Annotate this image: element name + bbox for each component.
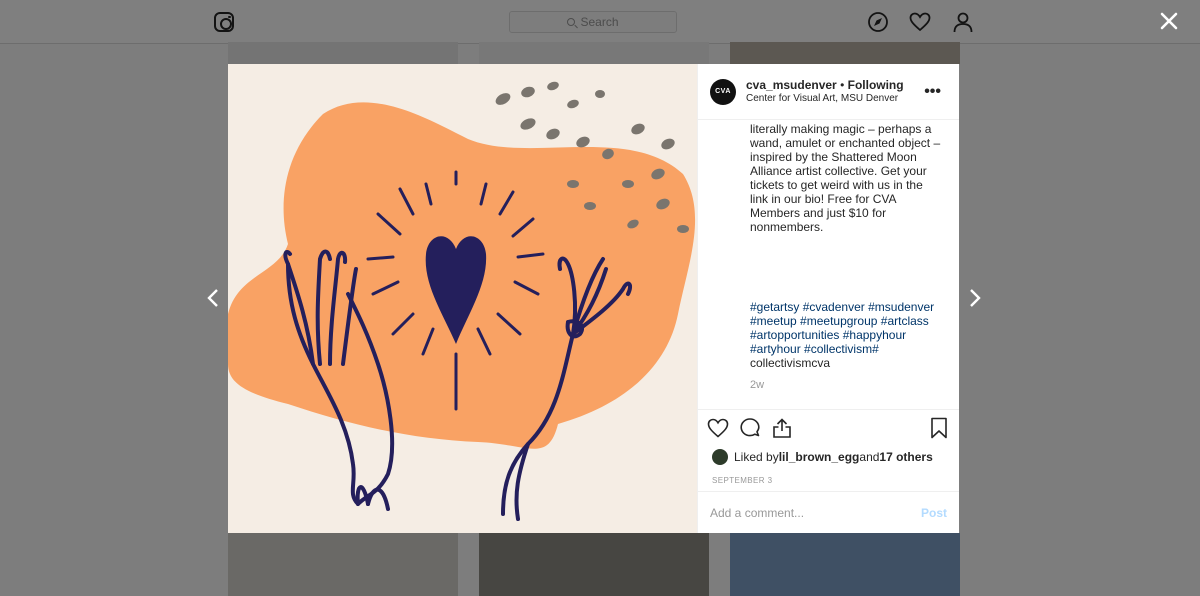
- bookmark-icon[interactable]: [927, 416, 951, 440]
- hashtag-link[interactable]: #artopportunities: [750, 328, 839, 342]
- chevron-left-icon[interactable]: [204, 286, 222, 310]
- hashtag-link[interactable]: #collectivism#: [804, 342, 879, 356]
- hashtag-link[interactable]: #artclass: [881, 314, 929, 328]
- likes-others-link[interactable]: 17 others: [879, 450, 932, 464]
- hashtag-link[interactable]: #getartsy: [750, 300, 799, 314]
- action-bar: [698, 409, 959, 445]
- avatar[interactable]: CVA: [710, 78, 736, 105]
- post-comment-button[interactable]: Post: [921, 506, 947, 520]
- post-header-text: cva_msudenver • Following Center for Vis…: [746, 77, 918, 105]
- more-options-button[interactable]: •••: [918, 83, 947, 101]
- comment-form: Post: [698, 491, 959, 533]
- comment-input[interactable]: [710, 505, 921, 520]
- liker-avatar[interactable]: [712, 449, 728, 465]
- hashtag-link[interactable]: #meetupgroup: [800, 314, 877, 328]
- comments-area[interactable]: literally making magic – perhaps a wand,…: [698, 120, 959, 409]
- following-button[interactable]: Following: [848, 78, 904, 92]
- hashtag-link[interactable]: #artyhour: [750, 342, 801, 356]
- post-sidebar: CVA cva_msudenver • Following Center for…: [697, 64, 959, 533]
- chevron-right-icon[interactable]: [966, 286, 984, 310]
- post-modal: CVA cva_msudenver • Following Center for…: [228, 64, 959, 533]
- location-link[interactable]: Center for Visual Art, MSU Denver: [746, 92, 918, 105]
- post-image[interactable]: [228, 64, 697, 533]
- heart-outline-icon[interactable]: [706, 416, 730, 440]
- hands-heart-illustration: [228, 64, 697, 533]
- post-time-ago[interactable]: 2w: [750, 378, 764, 392]
- liker-username[interactable]: lil_brown_egg: [779, 450, 860, 464]
- speech-bubble-icon[interactable]: [738, 416, 762, 440]
- hashtag-block: #getartsy #cvadenver #msudenver #meetup …: [750, 300, 940, 370]
- hashtag-link[interactable]: #cvadenver: [803, 300, 865, 314]
- hashtag-link[interactable]: #happyhour: [843, 328, 906, 342]
- username-line: cva_msudenver • Following: [746, 77, 918, 92]
- username-link[interactable]: cva_msudenver: [746, 78, 837, 92]
- hashtag-link[interactable]: #meetup: [750, 314, 797, 328]
- separator: •: [836, 77, 848, 92]
- share-icon[interactable]: [770, 416, 794, 440]
- post-date[interactable]: SEPTEMBER 3: [698, 469, 959, 491]
- hashtag-link[interactable]: #msudenver: [868, 300, 934, 314]
- liked-prefix: Liked by: [734, 450, 779, 464]
- liked-by-line: Liked by lil_brown_egg and 17 others: [698, 445, 959, 469]
- hashtag-tail: collectivismcva: [750, 356, 831, 370]
- post-header: CVA cva_msudenver • Following Center for…: [698, 64, 959, 120]
- liked-and: and: [859, 450, 880, 464]
- post-caption: literally making magic – perhaps a wand,…: [750, 122, 941, 234]
- close-icon[interactable]: [1158, 10, 1180, 32]
